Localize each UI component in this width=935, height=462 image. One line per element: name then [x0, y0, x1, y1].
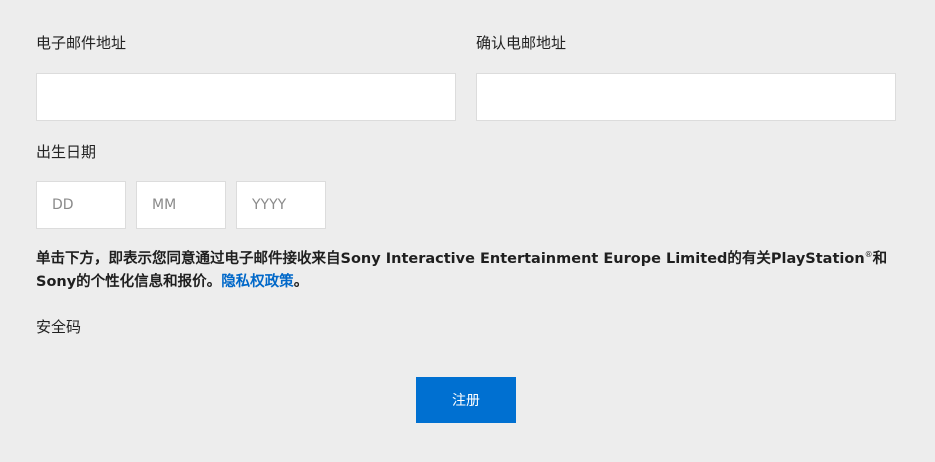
consent-text: 单击下方，即表示您同意通过电子邮件接收来自Sony Interactive En… — [36, 248, 896, 294]
email-field[interactable] — [36, 73, 456, 121]
birth-day-field[interactable] — [36, 181, 126, 229]
consent-period: 。 — [293, 274, 309, 290]
confirm-email-field[interactable] — [476, 73, 896, 121]
registered-mark: ® — [864, 250, 873, 260]
birth-year-field[interactable] — [236, 181, 326, 229]
birth-month-field[interactable] — [136, 181, 226, 229]
confirm-email-label: 确认电邮地址 — [476, 34, 567, 52]
privacy-policy-link[interactable]: 隐私权政策 — [221, 274, 294, 290]
consent-text-part1: 单击下方，即表示您同意通过电子邮件接收来自Sony Interactive En… — [36, 251, 865, 267]
email-label: 电子邮件地址 — [36, 34, 127, 52]
security-code-label: 安全码 — [36, 318, 82, 336]
register-button[interactable]: 注册 — [416, 377, 516, 423]
registration-form: 电子邮件地址 确认电邮地址 出生日期 单击下方，即表示您同意通过电子邮件接收来自… — [36, 0, 896, 462]
birth-date-label: 出生日期 — [36, 143, 97, 161]
